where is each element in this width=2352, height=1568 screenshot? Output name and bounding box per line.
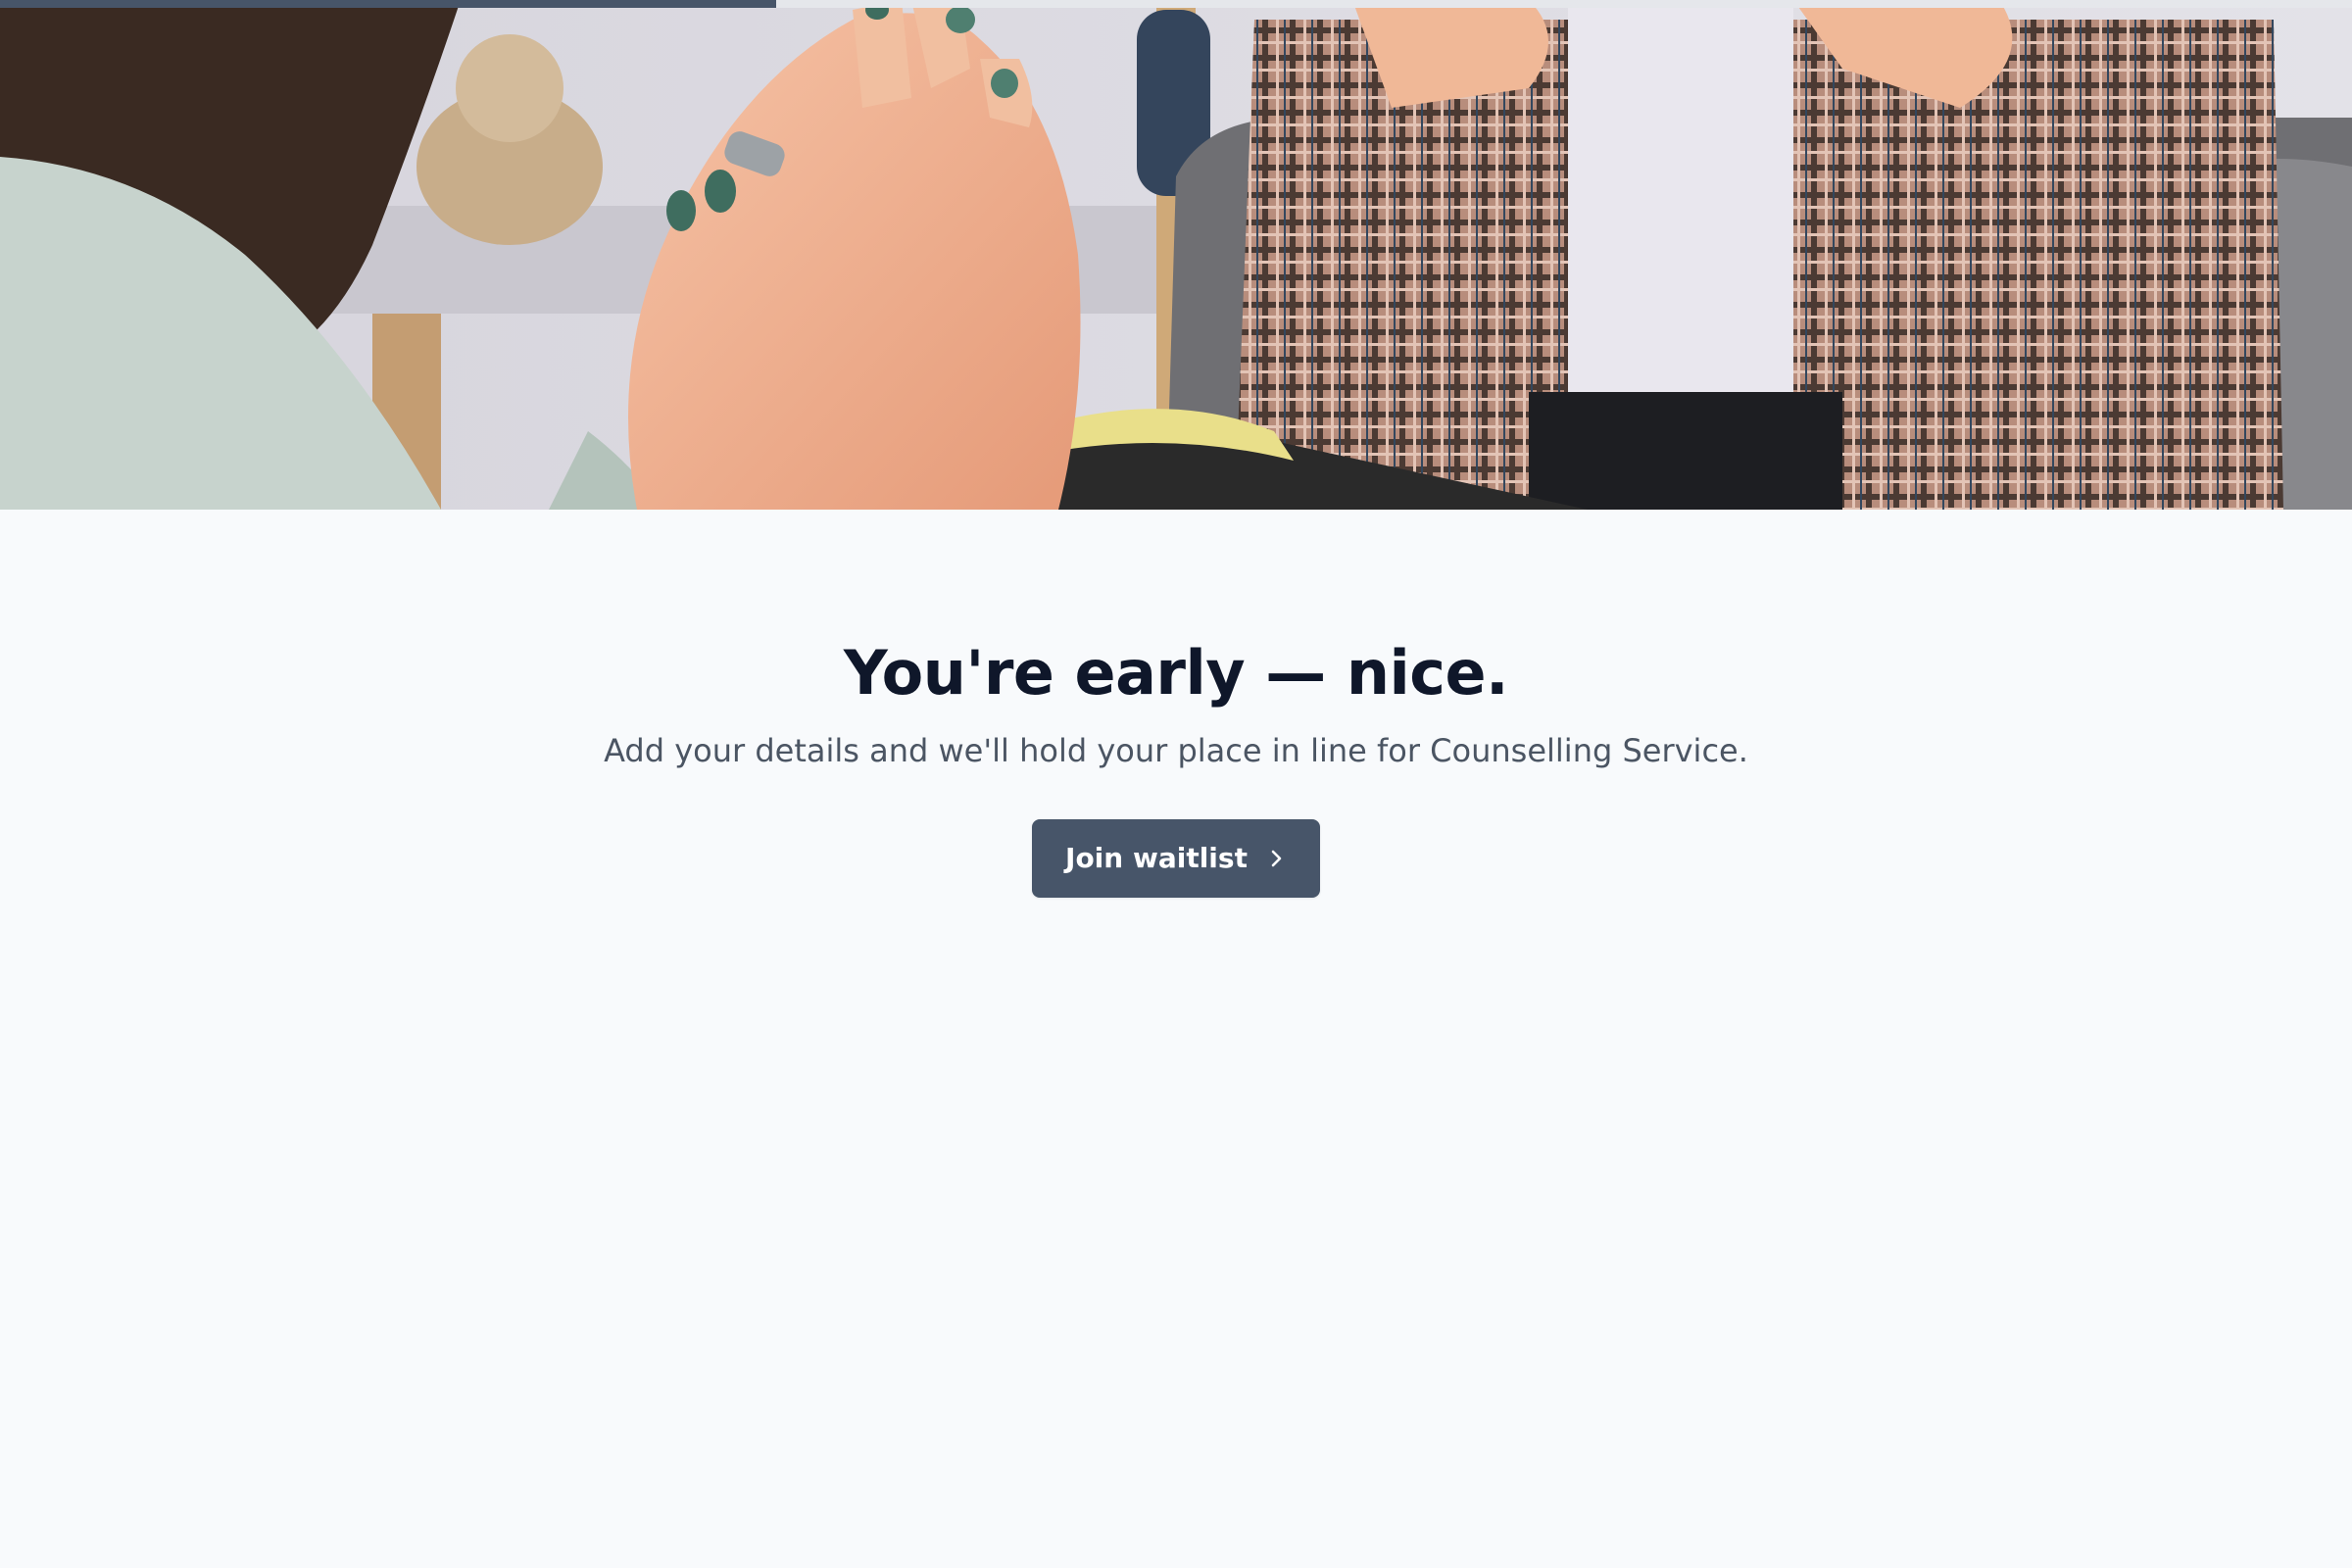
progress-bar-fill: [0, 0, 776, 8]
waitlist-content: You're early — nice. Add your details an…: [0, 510, 2352, 898]
join-waitlist-label: Join waitlist: [1065, 842, 1248, 875]
hero-photo-illustration: [0, 0, 2352, 510]
waitlist-page: You're early — nice. Add your details an…: [0, 0, 2352, 1568]
join-waitlist-button[interactable]: Join waitlist: [1032, 818, 1320, 898]
progress-bar: [0, 0, 2352, 8]
page-subtitle: Add your details and we'll hold your pla…: [604, 732, 1748, 770]
hero-image: [0, 0, 2352, 510]
page-title: You're early — nice.: [843, 637, 1509, 709]
chevron-right-icon: [1265, 848, 1287, 869]
